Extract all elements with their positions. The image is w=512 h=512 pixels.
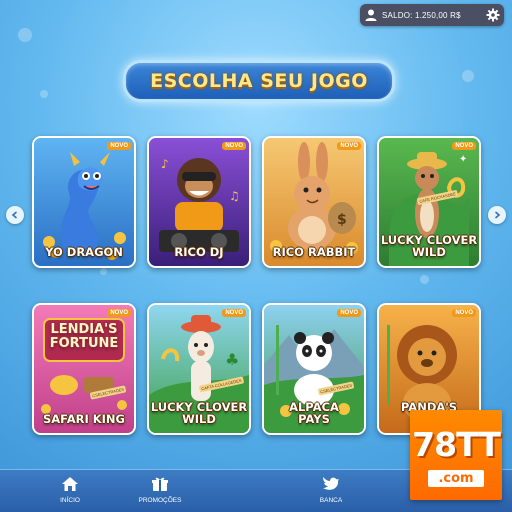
title-banner: ESCOLHA SEU JOGO <box>123 60 395 102</box>
game-card-lucky-clover-wild[interactable]: ✦ CAFE ROCHASDEE NOVO LUCKY CLOVER WILD <box>377 136 481 268</box>
chevron-right-icon <box>494 211 501 219</box>
balance-bar: SALDO: 1.250,00 R$ <box>360 4 504 26</box>
game-subtitle: LENDIA'S FORTUNE <box>49 322 119 351</box>
nav-label: INÍCIO <box>60 497 80 504</box>
nav-item-banca[interactable]: BANCA <box>296 474 366 504</box>
logo-text: 78TT <box>412 425 501 464</box>
prev-arrow-button[interactable] <box>6 206 24 224</box>
nav-label: PROMOÇÕES <box>138 497 182 504</box>
logo-domain: .com <box>428 470 484 487</box>
game-title: RICO RABBIT <box>272 245 356 259</box>
nav-label: BANCA <box>319 497 343 504</box>
svg-text:✦: ✦ <box>459 154 467 165</box>
svg-text:♪: ♪ <box>161 157 169 171</box>
game-title: YO DRAGON <box>45 245 123 259</box>
game-card-alpaca-pays[interactable]: CSELECTRADES NOVO ALPACA PAYS <box>262 303 366 435</box>
chevron-left-icon <box>11 211 18 219</box>
new-badge: NOVO <box>107 142 131 150</box>
new-badge: NOVO <box>107 309 131 317</box>
home-icon <box>62 477 78 491</box>
bubble-decoration <box>18 28 32 42</box>
bubble-decoration <box>40 90 48 98</box>
game-title: LUCKY CLOVER WILD <box>380 233 478 259</box>
svg-text:$: $ <box>337 212 347 228</box>
bubble-decoration <box>100 268 107 275</box>
svg-text:♣: ♣ <box>225 350 239 369</box>
gift-icon <box>152 477 168 491</box>
bird-icon <box>323 477 339 490</box>
game-title: RICO DJ <box>174 245 224 259</box>
new-badge: NOVO <box>452 309 476 317</box>
brand-logo: 78TT .com <box>410 410 502 500</box>
new-badge: NOVO <box>452 142 476 150</box>
svg-text:♫: ♫ <box>229 189 240 203</box>
gear-icon[interactable] <box>482 4 504 26</box>
game-title: SAFARI KING <box>42 412 125 426</box>
nav-item-inicio[interactable]: INÍCIO <box>35 474 105 504</box>
game-card-lucky-clover-wild-2[interactable]: ♣ CAFTA COLLAGEDES NOVO LUCKY CLOVER WIL… <box>147 303 251 435</box>
game-title: ALPACA PAYS <box>289 400 339 426</box>
game-card-rico-rabbit[interactable]: $ NOVO RICO RABBIT <box>262 136 366 268</box>
next-arrow-button[interactable] <box>488 206 506 224</box>
game-title: LUCKY CLOVER WILD <box>150 400 248 426</box>
balance-text: SALDO: 1.250,00 R$ <box>382 10 461 20</box>
game-card-yo-dragon[interactable]: NOVO YO DRAGON <box>32 136 136 268</box>
new-badge: NOVO <box>337 142 361 150</box>
new-badge: NOVO <box>222 142 246 150</box>
game-card-rico-dj[interactable]: ♪ ♫ NOVO RICO DJ <box>147 136 251 268</box>
nav-item-promocoes[interactable]: PROMOÇÕES <box>125 474 195 504</box>
bubble-decoration <box>462 70 474 82</box>
page-title: ESCOLHA SEU JOGO <box>150 70 368 92</box>
user-icon[interactable] <box>360 4 382 26</box>
game-card-safari-king[interactable]: LENDIA'S FORTUNE CSELECTRADES NOVO SAFAR… <box>32 303 136 435</box>
new-badge: NOVO <box>222 309 246 317</box>
new-badge: NOVO <box>337 309 361 317</box>
bubble-decoration <box>420 275 429 284</box>
